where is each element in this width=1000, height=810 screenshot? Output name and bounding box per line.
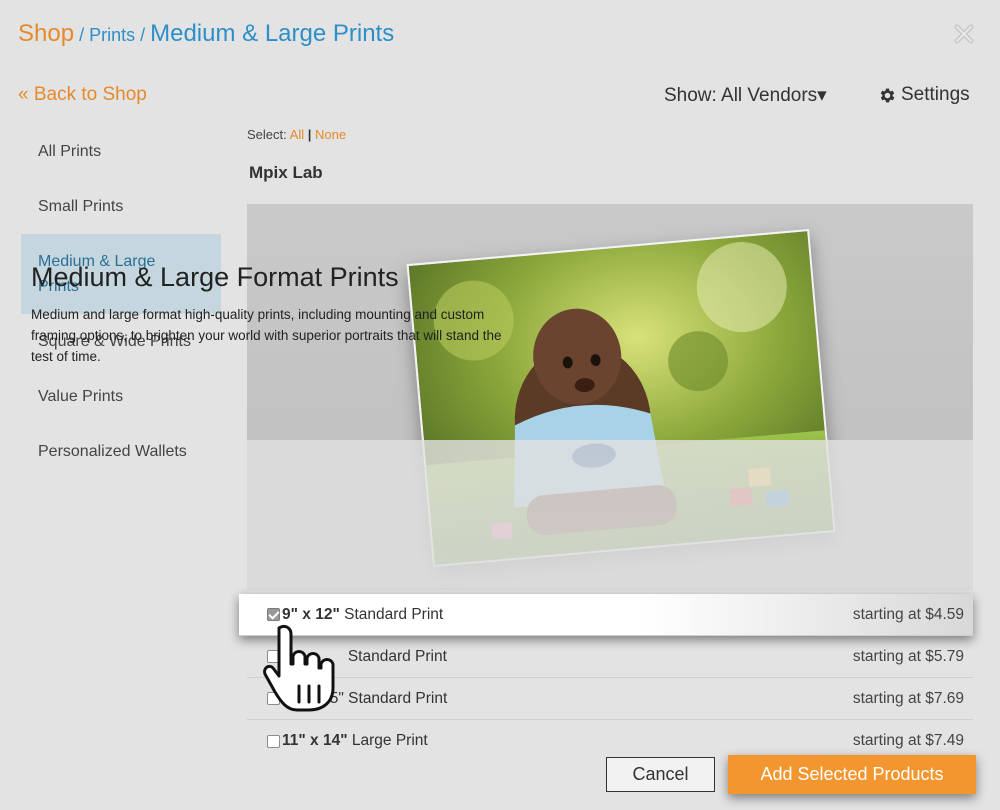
product-type: Large Print xyxy=(351,732,428,749)
select-prefix: Select: xyxy=(247,127,287,142)
product-checkbox[interactable] xyxy=(267,734,280,748)
sidebar-item-small-prints[interactable]: Small Prints xyxy=(21,179,221,234)
back-to-shop-link[interactable]: « Back to Shop xyxy=(18,84,147,106)
product-row[interactable]: 9" x 12" Standard Print starting at $4.5… xyxy=(239,594,973,636)
product-price: starting at $5.79 xyxy=(852,647,964,665)
vendor-filter-dropdown[interactable]: Show: All Vendors▾ xyxy=(664,84,827,107)
breadcrumb-shop-link[interactable]: Shop xyxy=(18,20,74,47)
product-size: 9" x 12" xyxy=(282,605,340,623)
select-all-link[interactable]: All xyxy=(290,127,304,142)
breadcrumb-separator: / xyxy=(74,25,90,45)
close-icon[interactable] xyxy=(952,22,976,46)
hand-cursor-icon xyxy=(263,624,335,712)
banner-overlay xyxy=(247,440,973,590)
select-none-link[interactable]: None xyxy=(315,127,346,142)
settings-button[interactable]: Settings xyxy=(878,84,970,106)
product-row[interactable]: … Standard Print starting at $5.79 xyxy=(247,636,973,678)
breadcrumb: Shop / Prints / Medium & Large Prints xyxy=(18,20,394,48)
settings-label: Settings xyxy=(901,84,970,105)
banner-description: Medium and large format high-quality pri… xyxy=(31,307,502,364)
sidebar-item-value-prints[interactable]: Value Prints xyxy=(21,369,221,424)
category-sidebar: All Prints Small Prints Medium & Large P… xyxy=(21,124,221,479)
header: Shop / Prints / Medium & Large Prints xyxy=(0,0,1000,70)
product-price: starting at $4.59 xyxy=(852,605,964,623)
banner-title: Medium & Large Format Prints xyxy=(31,262,399,292)
product-type: Standard Print xyxy=(347,647,447,665)
product-type: Standard Print xyxy=(344,605,444,623)
product-price: starting at $7.49 xyxy=(852,732,964,749)
product-row[interactable]: 10" x 15" Standard Print starting at $7.… xyxy=(247,678,973,720)
vendor-title: Mpix Lab xyxy=(249,163,323,182)
breadcrumb-prints-link[interactable]: Prints xyxy=(89,25,135,45)
gear-icon xyxy=(880,88,895,102)
breadcrumb-current: Medium & Large Prints xyxy=(150,20,395,47)
sidebar-item-personalized-wallets[interactable]: Personalized Wallets xyxy=(21,424,221,479)
select-controls: Select: All | None xyxy=(247,127,346,142)
product-type: Standard Print xyxy=(348,689,448,707)
cancel-button[interactable]: Cancel xyxy=(606,757,715,792)
add-selected-products-button[interactable]: Add Selected Products xyxy=(728,755,976,794)
product-list: 9" x 12" Standard Print starting at $4.5… xyxy=(239,594,973,762)
breadcrumb-separator: / xyxy=(135,25,151,45)
product-checkbox[interactable] xyxy=(267,608,280,621)
select-divider: | xyxy=(307,127,312,142)
product-name: 9" x 12" Standard Print xyxy=(282,606,443,624)
product-price: starting at $7.69 xyxy=(852,689,964,707)
product-size: 11" x 14" xyxy=(282,732,348,749)
product-name: 11" x 14" Large Print xyxy=(282,732,428,750)
sidebar-item-all-prints[interactable]: All Prints xyxy=(21,124,221,179)
